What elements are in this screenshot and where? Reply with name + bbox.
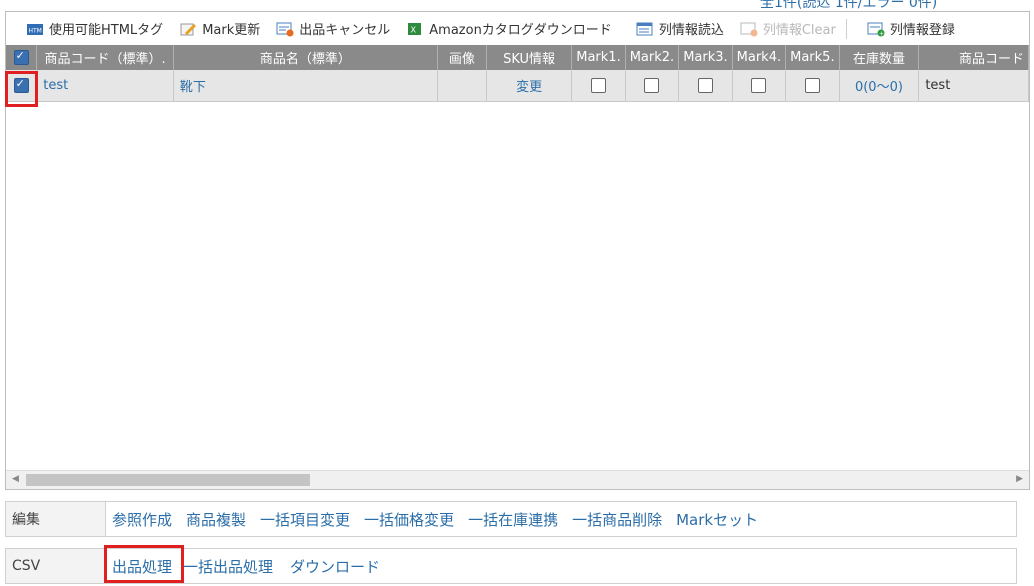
highlight-row-checkbox <box>5 71 38 107</box>
html-tag-icon: HTM <box>26 21 44 37</box>
mark-set-link[interactable]: Markセット <box>676 509 758 530</box>
svg-text:+: + <box>879 30 884 37</box>
product-table: 商品コード（標準）. 商品名（標準） 画像 SKU情報 Mark1. Mark2… <box>6 45 1029 102</box>
col-header-mark3[interactable]: Mark3. <box>678 45 733 70</box>
duplicate-product-link[interactable]: 商品複製 <box>186 509 246 530</box>
mark2-checkbox[interactable] <box>644 78 660 93</box>
edit-bar-label: 編集 <box>6 502 106 536</box>
pencil-icon <box>179 21 197 37</box>
horizontal-scrollbar[interactable]: ◀ ▶ <box>6 470 1029 489</box>
col-header-product-name[interactable]: 商品名（標準） <box>173 45 438 70</box>
grid-panel: HTM 使用可能HTMLタグ Mark更新 出品キャンセル X Amazonカタ… <box>5 11 1030 490</box>
mark4-checkbox[interactable] <box>751 78 767 93</box>
create-from-reference-link[interactable]: 参照作成 <box>112 509 172 530</box>
download-link[interactable]: ダウンロード <box>290 556 380 577</box>
mark3-cell <box>678 70 733 102</box>
product-code-2-cell: test <box>918 70 1029 102</box>
bulk-delete-link[interactable]: 一括商品削除 <box>572 509 662 530</box>
column-clear-icon <box>740 21 758 37</box>
excel-icon: X <box>406 21 424 37</box>
highlight-listing-process <box>104 545 184 583</box>
mark1-cell <box>571 70 626 102</box>
column-clear-button[interactable]: 列情報Clear <box>732 17 844 41</box>
cancel-listing-button[interactable]: 出品キャンセル <box>268 17 398 41</box>
bulk-item-change-link[interactable]: 一括項目変更 <box>260 509 350 530</box>
product-grid: 商品コード（標準）. 商品名（標準） 画像 SKU情報 Mark1. Mark2… <box>6 45 1029 470</box>
mark2-cell <box>625 70 680 102</box>
col-header-sku[interactable]: SKU情報 <box>486 45 573 70</box>
mark4-cell <box>732 70 787 102</box>
svg-text:X: X <box>411 25 417 34</box>
column-save-button[interactable]: + 列情報登録 <box>859 17 963 41</box>
edit-action-bar: 編集 参照作成 商品複製 一括項目変更 一括価格変更 一括在庫連携 一括商品削除… <box>5 501 1017 537</box>
scrollbar-thumb[interactable] <box>26 474 310 486</box>
stock-link[interactable]: 0(0～0) <box>839 70 920 102</box>
html-tags-button[interactable]: HTM 使用可能HTMLタグ <box>18 17 171 41</box>
mark-update-button[interactable]: Mark更新 <box>171 17 268 41</box>
bulk-price-change-link[interactable]: 一括価格変更 <box>364 509 454 530</box>
svg-text:HTM: HTM <box>29 27 42 34</box>
col-header-product-code-2[interactable]: 商品コード <box>918 45 1029 70</box>
column-load-icon <box>636 21 654 37</box>
toolbar: HTM 使用可能HTMLタグ Mark更新 出品キャンセル X Amazonカタ… <box>6 12 1029 45</box>
sku-change-link[interactable]: 変更 <box>486 70 573 102</box>
column-load-button[interactable]: 列情報読込 <box>628 17 732 41</box>
column-save-icon: + <box>867 21 885 37</box>
scroll-left-icon[interactable]: ◀ <box>12 474 19 484</box>
scroll-right-icon[interactable]: ▶ <box>1016 474 1023 484</box>
mark1-checkbox[interactable] <box>590 78 606 93</box>
col-header-product-code[interactable]: 商品コード（標準）. <box>36 45 174 70</box>
table-header-row: 商品コード（標準）. 商品名（標準） 画像 SKU情報 Mark1. Mark2… <box>6 45 1029 70</box>
col-header-stock[interactable]: 在庫数量 <box>839 45 920 70</box>
col-header-mark2[interactable]: Mark2. <box>625 45 680 70</box>
select-all-cell[interactable] <box>6 45 38 70</box>
toolbar-separator <box>845 18 847 39</box>
cancel-listing-icon <box>276 21 294 37</box>
mark3-checkbox[interactable] <box>697 78 713 93</box>
mark5-cell <box>785 70 840 102</box>
image-cell <box>437 70 487 102</box>
product-name-link[interactable]: 靴下 <box>173 70 438 102</box>
csv-bar-label: CSV <box>6 549 106 583</box>
product-code-link[interactable]: test <box>36 70 174 102</box>
amazon-catalog-download-button[interactable]: X Amazonカタログダウンロード <box>398 17 620 41</box>
select-all-checkbox[interactable] <box>13 49 29 65</box>
mark5-checkbox[interactable] <box>804 78 820 93</box>
bulk-listing-process-link[interactable]: 一括出品処理 <box>183 556 273 577</box>
table-row[interactable]: test 靴下 変更 0(0～0) test <box>6 70 1029 102</box>
col-header-mark4[interactable]: Mark4. <box>732 45 787 70</box>
bulk-stock-sync-link[interactable]: 一括在庫連携 <box>468 509 558 530</box>
col-header-mark5[interactable]: Mark5. <box>785 45 840 70</box>
col-header-mark1[interactable]: Mark1. <box>571 45 626 70</box>
col-header-image[interactable]: 画像 <box>437 45 487 70</box>
